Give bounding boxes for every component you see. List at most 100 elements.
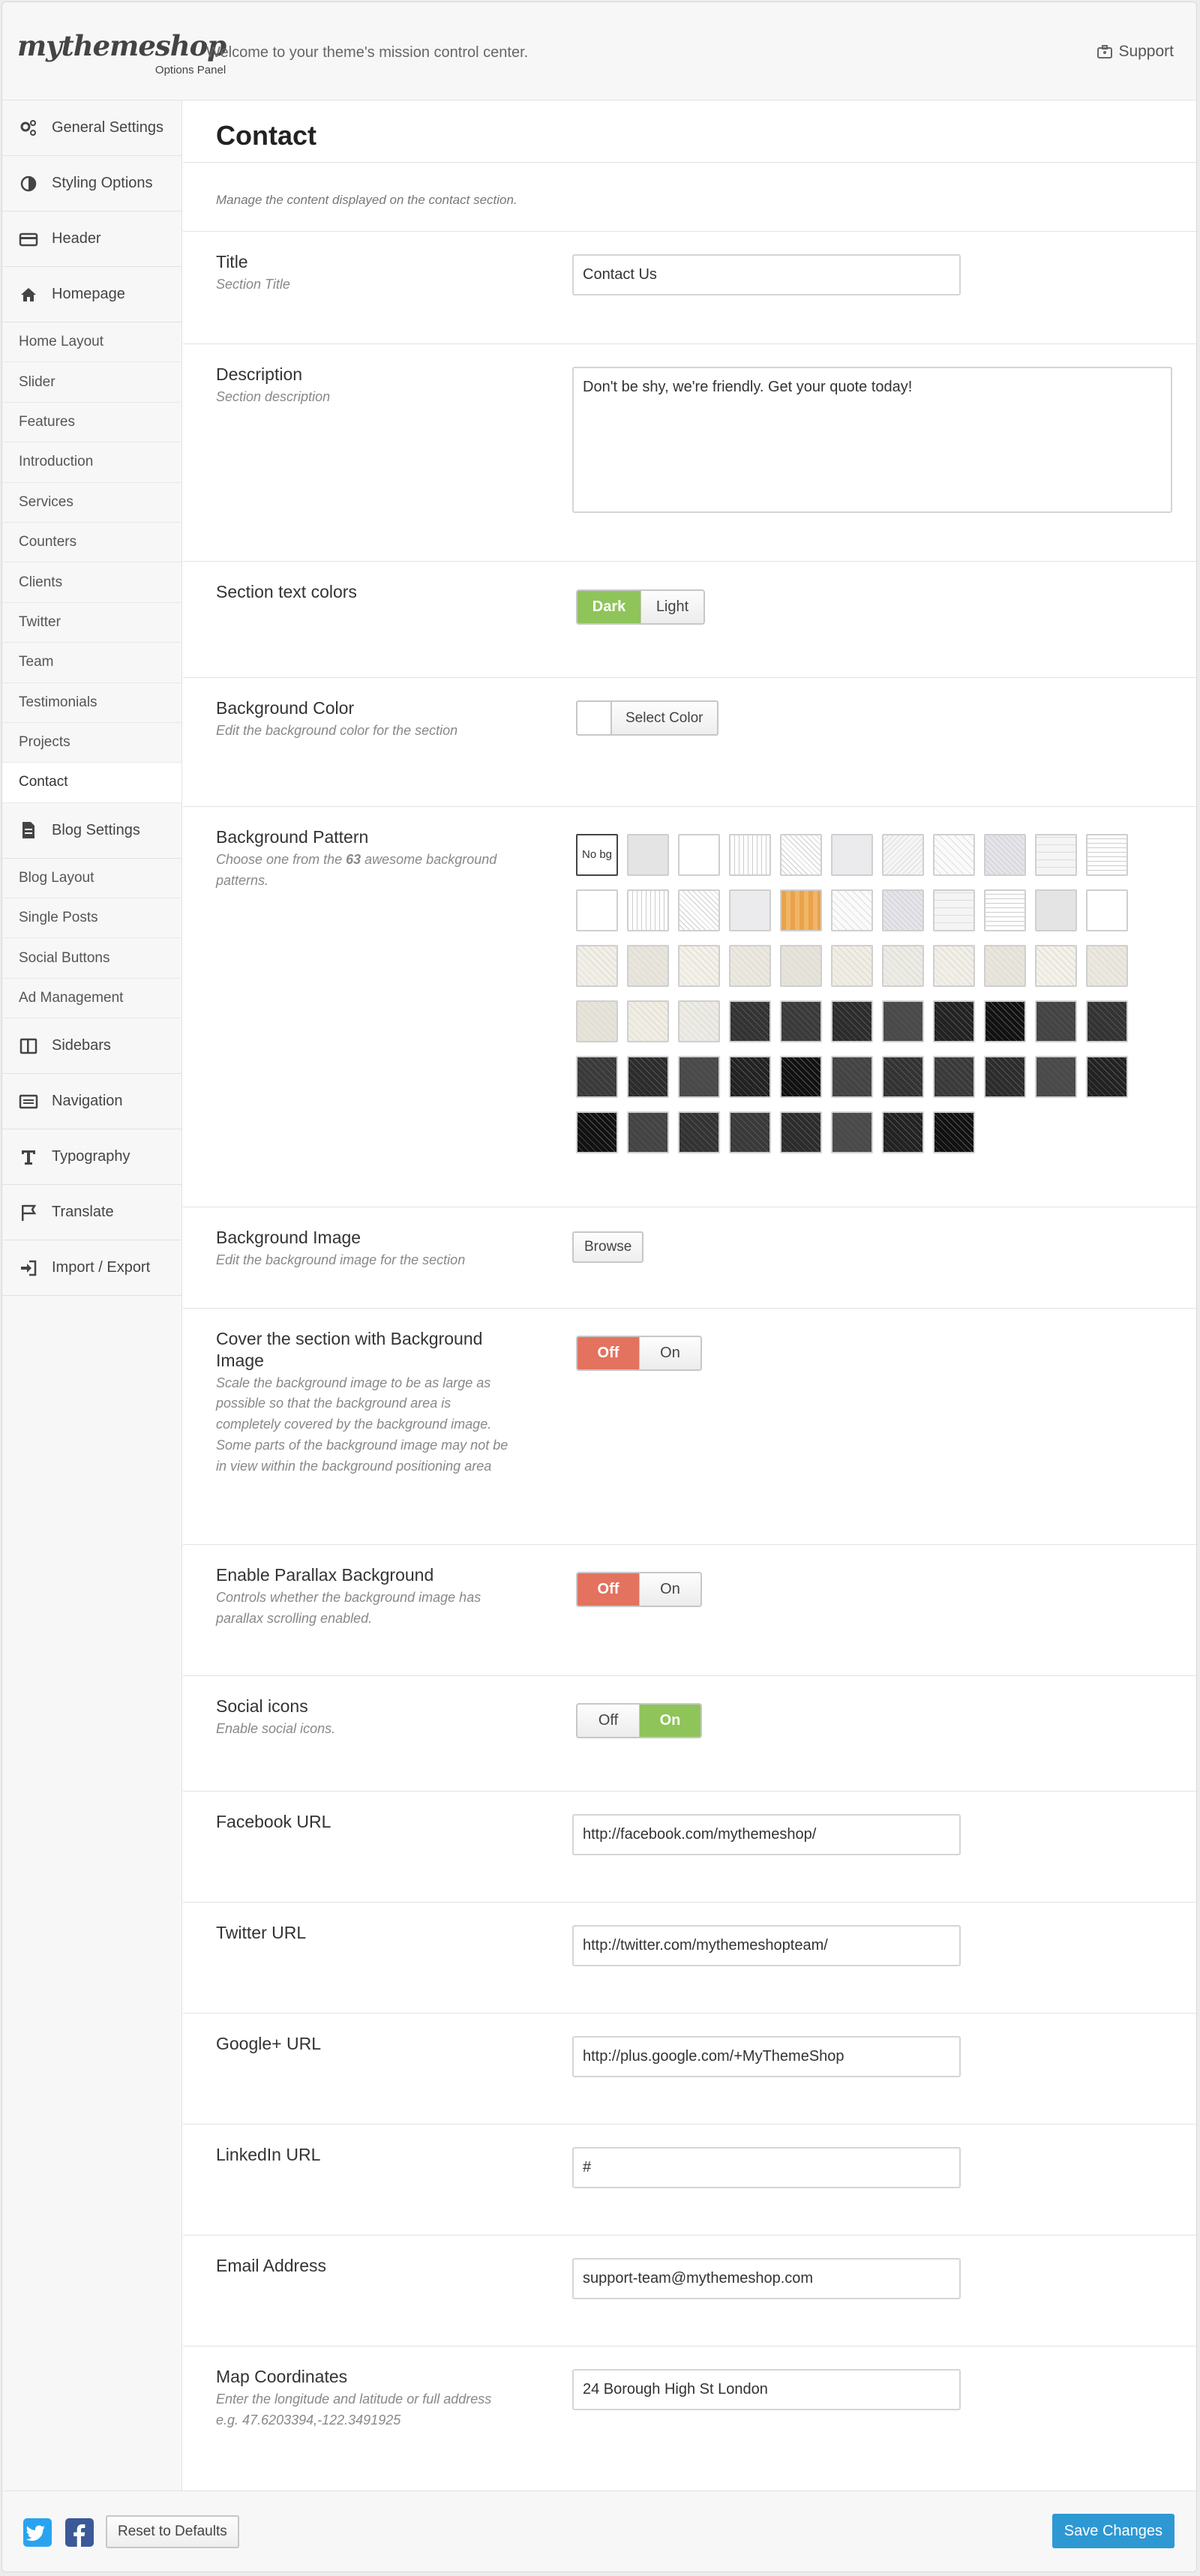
pattern-swatch[interactable]	[984, 1000, 1026, 1042]
pattern-swatch[interactable]	[1086, 945, 1128, 987]
pattern-swatch[interactable]	[780, 945, 822, 987]
off-option[interactable]: Off	[578, 1573, 639, 1606]
facebook-icon[interactable]	[65, 2518, 94, 2547]
description-textarea[interactable]: Don't be shy, we're friendly. Get your q…	[572, 367, 1172, 513]
browse-button[interactable]: Browse	[572, 1231, 644, 1263]
pattern-swatch[interactable]	[831, 889, 873, 931]
pattern-swatch[interactable]	[933, 1111, 975, 1153]
pattern-swatch[interactable]	[933, 945, 975, 987]
pattern-swatch[interactable]	[729, 834, 771, 876]
reset-defaults-button[interactable]: Reset to Defaults	[106, 2515, 239, 2548]
on-option[interactable]: On	[639, 1705, 700, 1737]
sidebar-subitem-single-posts[interactable]: Single Posts	[2, 898, 182, 939]
on-option[interactable]: On	[639, 1573, 700, 1606]
pattern-swatch[interactable]	[984, 834, 1026, 876]
pattern-swatch[interactable]	[933, 889, 975, 931]
pattern-swatch[interactable]	[780, 834, 822, 876]
pattern-swatch[interactable]	[1035, 945, 1077, 987]
pattern-swatch[interactable]	[627, 945, 669, 987]
sidebar-subitem-testimonials[interactable]: Testimonials	[2, 683, 182, 723]
pattern-swatch[interactable]	[933, 1056, 975, 1098]
pattern-swatch[interactable]	[627, 1056, 669, 1098]
pattern-swatch[interactable]	[984, 945, 1026, 987]
pattern-swatch[interactable]	[882, 1056, 924, 1098]
sidebar-item-typography[interactable]: Typography	[2, 1129, 182, 1186]
pattern-swatch[interactable]	[1086, 1000, 1128, 1042]
pattern-swatch[interactable]	[831, 1056, 873, 1098]
pattern-swatch[interactable]	[831, 834, 873, 876]
sidebar-subitem-slider[interactable]: Slider	[2, 362, 182, 403]
title-input[interactable]	[572, 254, 961, 295]
pattern-swatch[interactable]	[780, 1000, 822, 1042]
linkedin-url-input[interactable]	[572, 2147, 961, 2188]
sidebar-subitem-projects[interactable]: Projects	[2, 723, 182, 763]
google-url-input[interactable]	[572, 2036, 961, 2077]
twitter-icon[interactable]	[23, 2518, 52, 2547]
pattern-swatch[interactable]	[1086, 889, 1128, 931]
pattern-swatch[interactable]	[882, 945, 924, 987]
pattern-swatch[interactable]	[780, 1056, 822, 1098]
sidebar-subitem-home-layout[interactable]: Home Layout	[2, 322, 182, 363]
twitter-url-input[interactable]	[572, 1925, 961, 1966]
pattern-swatch[interactable]	[1086, 1056, 1128, 1098]
pattern-swatch[interactable]	[678, 1000, 720, 1042]
sidebar-subitem-features[interactable]: Features	[2, 403, 182, 443]
pattern-swatch[interactable]	[627, 834, 669, 876]
sidebar-subitem-counters[interactable]: Counters	[2, 523, 182, 563]
pattern-swatch[interactable]	[1035, 834, 1077, 876]
sidebar-subitem-services[interactable]: Services	[2, 483, 182, 523]
pattern-swatch[interactable]	[882, 1000, 924, 1042]
dark-option[interactable]: Dark	[578, 591, 640, 623]
sidebar-subitem-clients[interactable]: Clients	[2, 562, 182, 603]
pattern-swatch[interactable]	[576, 1111, 618, 1153]
sidebar-subitem-introduction[interactable]: Introduction	[2, 442, 182, 483]
sidebar-subitem-social-buttons[interactable]: Social Buttons	[2, 938, 182, 979]
pattern-swatch[interactable]	[576, 1056, 618, 1098]
pattern-swatch[interactable]	[882, 889, 924, 931]
off-option[interactable]: Off	[578, 1705, 639, 1737]
select-color-button[interactable]: Select Color	[612, 702, 717, 734]
pattern-swatch[interactable]	[678, 1056, 720, 1098]
sidebar-item-translate[interactable]: Translate	[2, 1185, 182, 1241]
sidebar-item-blog-settings[interactable]: Blog Settings	[2, 803, 182, 859]
sidebar-item-sidebars[interactable]: Sidebars	[2, 1018, 182, 1075]
pattern-swatch[interactable]	[1035, 889, 1077, 931]
pattern-swatch[interactable]	[678, 945, 720, 987]
pattern-swatch[interactable]	[627, 1111, 669, 1153]
pattern-swatch[interactable]	[831, 1000, 873, 1042]
save-changes-button[interactable]: Save Changes	[1052, 2514, 1174, 2548]
sidebar-item-general-settings[interactable]: General Settings	[2, 100, 182, 156]
pattern-swatch[interactable]	[729, 889, 771, 931]
pattern-swatch[interactable]	[576, 1000, 618, 1042]
pattern-swatch[interactable]	[933, 834, 975, 876]
pattern-swatch[interactable]	[1035, 1000, 1077, 1042]
pattern-swatch[interactable]	[780, 1111, 822, 1153]
sidebar-subitem-twitter[interactable]: Twitter	[2, 603, 182, 643]
pattern-swatch[interactable]	[729, 945, 771, 987]
pattern-swatch[interactable]	[627, 1000, 669, 1042]
pattern-swatch[interactable]	[780, 889, 822, 931]
off-option[interactable]: Off	[578, 1337, 639, 1369]
pattern-swatch[interactable]	[831, 945, 873, 987]
pattern-swatch[interactable]	[576, 945, 618, 987]
pattern-swatch[interactable]	[627, 889, 669, 931]
pattern-swatch[interactable]	[984, 1056, 1026, 1098]
sidebar-item-styling-options[interactable]: Styling Options	[2, 156, 182, 211]
pattern-swatch[interactable]	[678, 834, 720, 876]
facebook-url-input[interactable]	[572, 1814, 961, 1855]
color-picker[interactable]: Select Color	[576, 700, 718, 736]
sidebar-item-homepage[interactable]: Homepage	[2, 267, 182, 322]
no-bg-pattern[interactable]: No bg	[576, 834, 618, 876]
sidebar-subitem-contact[interactable]: Contact	[2, 763, 182, 803]
sidebar-item-import-export[interactable]: Import / Export	[2, 1240, 182, 1297]
sidebar-subitem-ad-management[interactable]: Ad Management	[2, 979, 182, 1019]
pattern-swatch[interactable]	[576, 889, 618, 931]
support-link[interactable]: Support	[1097, 43, 1174, 61]
sidebar-subitem-team[interactable]: Team	[2, 643, 182, 683]
sidebar-subitem-blog-layout[interactable]: Blog Layout	[2, 859, 182, 899]
map-coordinates-input[interactable]	[572, 2369, 961, 2410]
on-option[interactable]: On	[639, 1337, 700, 1369]
pattern-swatch[interactable]	[729, 1111, 771, 1153]
pattern-swatch[interactable]	[882, 1111, 924, 1153]
pattern-swatch[interactable]	[882, 834, 924, 876]
